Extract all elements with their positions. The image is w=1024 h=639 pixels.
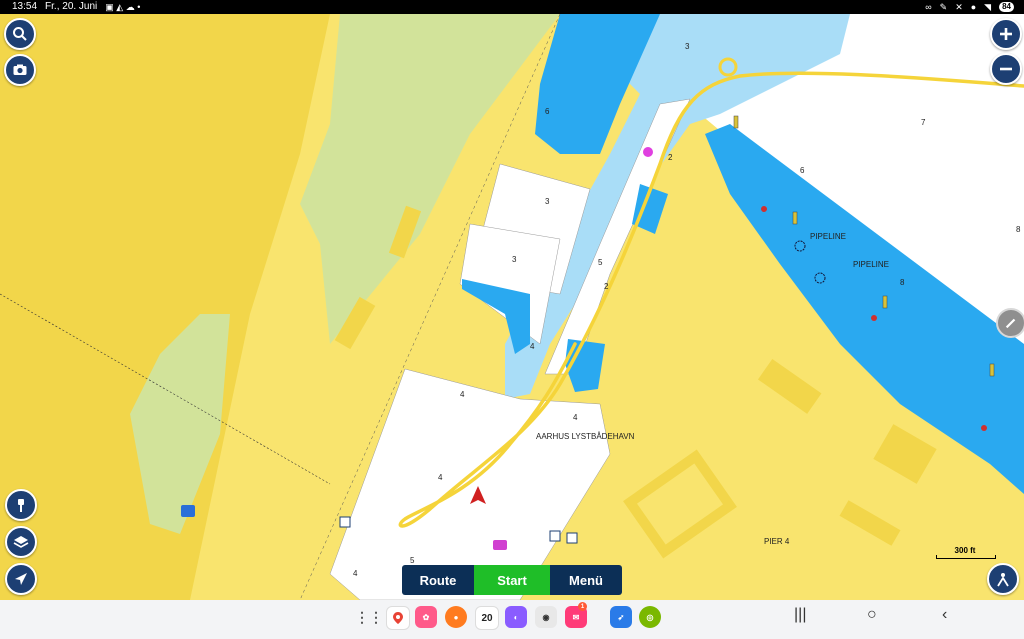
- buoy-marker: [871, 315, 877, 321]
- layers-icon: [13, 536, 29, 548]
- pencil-icon: [1005, 318, 1016, 329]
- person-icon: [997, 573, 1009, 587]
- depth-sounding: 5: [410, 556, 415, 565]
- system-dock: ⋮⋮ ✿ ● 20 ◐ ◉ ✉ 1 ➶ ◎ ||| ○ ‹: [0, 600, 1024, 639]
- camera-button[interactable]: [4, 54, 36, 86]
- locate-button[interactable]: [5, 563, 37, 595]
- camera-app-icon[interactable]: ◉: [535, 606, 557, 628]
- start-button[interactable]: Start: [474, 565, 550, 595]
- notification-badge: 1: [578, 602, 587, 611]
- scale-bar-line: [936, 555, 996, 559]
- edit-button[interactable]: [996, 308, 1024, 338]
- pin-button[interactable]: [5, 489, 37, 521]
- nautical-chart[interactable]: 3 6 2 3 3 5 2 4 4 4 4 4 5 7 6 8 8 AARHUS…: [0, 14, 1024, 600]
- pipeline-label: PIPELINE: [853, 260, 890, 269]
- depth-sounding: 6: [800, 166, 805, 175]
- zoom-in-button[interactable]: [990, 18, 1022, 50]
- light-marker: [643, 147, 653, 157]
- chart-canvas: [0, 14, 1024, 600]
- action-bar: Route Start Menü: [402, 565, 622, 595]
- beacon-marker: [792, 211, 798, 225]
- status-time: 13:54: [12, 1, 38, 12]
- gallery-app-icon[interactable]: ✿: [415, 606, 437, 628]
- beacon-marker: [882, 295, 888, 309]
- search-button[interactable]: [4, 18, 36, 50]
- scale-label: 300 ft: [954, 546, 976, 555]
- depth-sounding: 4: [438, 473, 443, 482]
- depth-sounding: 6: [545, 107, 550, 116]
- depth-sounding: 4: [530, 342, 535, 351]
- app-drawer-icon[interactable]: ⋮⋮: [355, 606, 383, 628]
- search-icon: [13, 27, 27, 41]
- depth-sounding: 2: [604, 282, 609, 291]
- scale-bar: 300 ft: [936, 546, 996, 560]
- buoy-marker: [981, 425, 987, 431]
- wifi-icon: ◥: [984, 2, 992, 12]
- buoy-marker: [761, 206, 767, 212]
- beacon-marker: [989, 363, 995, 377]
- navigation-arrow-icon: [15, 573, 27, 585]
- person-button[interactable]: [987, 563, 1019, 595]
- zoom-out-button[interactable]: [990, 53, 1022, 85]
- depth-sounding: 4: [460, 390, 465, 399]
- route-button[interactable]: Route: [402, 565, 474, 595]
- location-icon: ●: [970, 2, 977, 12]
- calendar-app-icon[interactable]: 20: [475, 606, 499, 630]
- anchor-icon: [339, 516, 351, 528]
- link-icon: ∞: [925, 2, 932, 12]
- restaurant-icon: [566, 532, 578, 544]
- depth-sounding: 7: [921, 118, 926, 127]
- harbor-label: AARHUS LYSTBÅDEHAVN: [536, 432, 635, 441]
- notification-icons: ▣ ◭ ☁ •: [105, 2, 141, 12]
- firefox-app-icon[interactable]: ●: [445, 606, 467, 628]
- globe-app-icon[interactable]: ◎: [639, 606, 661, 628]
- maps-app-icon[interactable]: [386, 606, 410, 630]
- back-icon[interactable]: ‹: [942, 606, 947, 624]
- depth-sounding: 3: [685, 42, 690, 51]
- depth-sounding: 8: [900, 278, 905, 287]
- pen-icon: ✎: [939, 2, 948, 12]
- pin-icon: [18, 499, 24, 512]
- shop-icon: [181, 505, 195, 517]
- menu-button[interactable]: Menü: [550, 565, 622, 595]
- home-icon[interactable]: ○: [867, 606, 877, 624]
- depth-sounding: 3: [545, 197, 550, 206]
- battery-indicator: 84: [999, 2, 1014, 12]
- depth-sounding: 8: [1016, 225, 1021, 234]
- depth-sounding: 4: [353, 569, 358, 578]
- depth-sounding: 3: [512, 255, 517, 264]
- status-date: Fr., 20. Juni: [45, 1, 98, 12]
- pier-label: PIER 4: [764, 537, 790, 546]
- navionics-app-icon[interactable]: ➶: [610, 606, 632, 628]
- plus-icon: [1000, 28, 1012, 40]
- sailing-icon: [493, 540, 507, 550]
- browser-app-icon[interactable]: ◐: [505, 606, 527, 628]
- mute-icon: ✕: [955, 2, 963, 12]
- minus-icon: [1000, 67, 1012, 71]
- camera-icon: [13, 64, 27, 75]
- restaurant-icon: [549, 530, 561, 542]
- beacon-marker: [733, 115, 739, 129]
- recent-apps-icon[interactable]: |||: [794, 606, 806, 624]
- status-bar: 13:54 Fr., 20. Juni ▣ ◭ ☁ • ∞ ✎ ✕ ● ◥ 84: [0, 0, 1024, 14]
- pipeline-label: PIPELINE: [810, 232, 847, 241]
- depth-sounding: 4: [573, 413, 578, 422]
- depth-sounding: 2: [668, 153, 673, 162]
- layers-button[interactable]: [5, 526, 37, 558]
- depth-sounding: 5: [598, 258, 603, 267]
